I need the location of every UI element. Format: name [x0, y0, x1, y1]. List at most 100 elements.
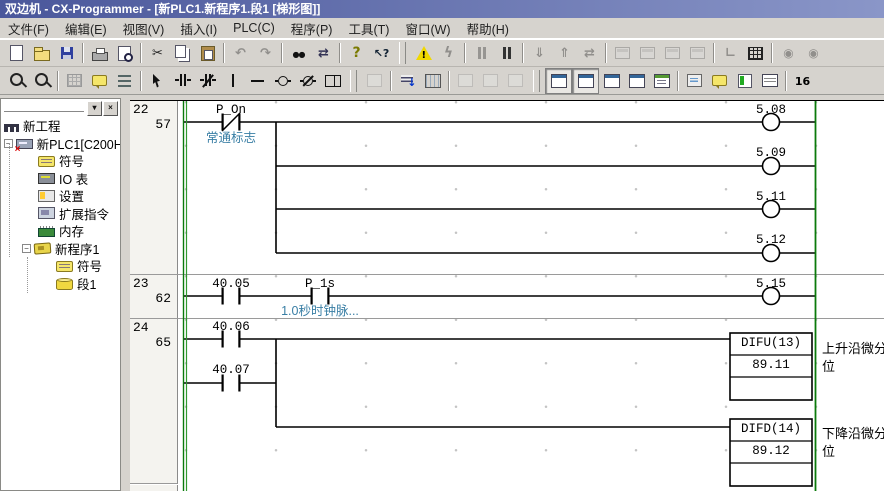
step-run-icon[interactable] [718, 41, 743, 65]
undo-icon[interactable] [228, 41, 253, 65]
contact-label-p-on[interactable]: P_On [191, 103, 271, 117]
section-list-icon[interactable] [732, 69, 757, 93]
coil-label-5-11[interactable]: 5.11 [741, 190, 801, 204]
check-program-icon[interactable] [682, 69, 707, 93]
copy-icon[interactable] [170, 41, 195, 65]
force-off-icon[interactable] [801, 41, 826, 65]
online-edit-icon[interactable] [420, 69, 445, 93]
sidebar-item-new-project[interactable]: 新工程 [1, 117, 120, 135]
compile-program-icon[interactable] [395, 69, 420, 93]
sidebar-item-program-symbols[interactable]: 符号 [1, 257, 120, 275]
hex-monitor-icon[interactable] [790, 69, 815, 93]
instruction-operand-difu[interactable]: 89.11 [730, 358, 812, 372]
menu-file[interactable]: 文件(F) [0, 17, 57, 40]
io-comment-view-icon[interactable] [757, 69, 782, 93]
send-changes-icon[interactable] [453, 69, 478, 93]
monitor-icon[interactable] [436, 41, 461, 65]
menu-plc[interactable]: PLC(C) [225, 19, 283, 37]
show-comments-icon[interactable] [87, 69, 112, 93]
output-comment-difd[interactable]: 下降沿微分位 [822, 425, 884, 461]
instruction-name-difd[interactable]: DIFD(14) [730, 422, 812, 436]
work-online-icon[interactable] [411, 41, 436, 65]
new-coil-icon[interactable] [270, 69, 295, 93]
coil-label-5-12[interactable]: 5.12 [741, 233, 801, 247]
coil-label-5-15[interactable]: 5.15 [741, 277, 801, 291]
force-on-icon[interactable] [776, 41, 801, 65]
print-preview-icon[interactable] [112, 41, 137, 65]
new-contact-icon[interactable] [170, 69, 195, 93]
toggle-output-window-icon[interactable] [572, 68, 599, 94]
save-icon[interactable] [54, 41, 79, 65]
find-replace-icon[interactable] [311, 41, 336, 65]
menu-edit[interactable]: 编辑(E) [57, 17, 115, 40]
new-horizontal-line-icon[interactable] [245, 69, 270, 93]
toggle-project-window-icon[interactable] [545, 68, 572, 94]
coil-5-12[interactable] [763, 245, 780, 262]
sidebar-item-new-program1[interactable]: − 新程序1 [1, 240, 120, 258]
contact-label-40-05[interactable]: 40.05 [191, 277, 271, 291]
menu-view[interactable]: 视图(V) [115, 17, 173, 40]
workspace-grip[interactable] [4, 105, 84, 112]
program-mode-icon[interactable] [610, 41, 635, 65]
ladder-diagram-view[interactable]: 22 57 23 62 24 65 [130, 100, 884, 491]
sidebar-item-settings[interactable]: 设置 [1, 187, 120, 205]
redo-icon[interactable] [253, 41, 278, 65]
new-instruction-icon[interactable] [320, 69, 345, 93]
contact-comment-p-on[interactable]: 常通标志 [191, 127, 271, 146]
print-icon[interactable] [87, 41, 112, 65]
sidebar-item-new-plc1[interactable]: − 新PLC1[C200HG [1, 135, 120, 153]
menu-program[interactable]: 程序(P) [283, 17, 341, 40]
panel-splitter[interactable] [121, 96, 130, 491]
debug-mode-icon[interactable] [635, 41, 660, 65]
sidebar-item-io-table[interactable]: IO 表 [1, 170, 120, 188]
toggle-watch-window-icon[interactable] [599, 69, 624, 93]
cancel-changes-icon[interactable] [478, 69, 503, 93]
upload-from-plc-icon[interactable] [552, 41, 577, 65]
contact-label-p-1s[interactable]: P_1s [280, 277, 360, 291]
workspace-close-icon[interactable]: × [103, 101, 118, 116]
symbols-window-icon[interactable] [707, 69, 732, 93]
pause-monitor-icon[interactable] [469, 41, 494, 65]
coil-label-5-09[interactable]: 5.09 [741, 146, 801, 160]
menu-window[interactable]: 窗口(W) [397, 17, 458, 40]
coil-5-09[interactable] [763, 158, 780, 175]
monitor-mode-icon[interactable] [660, 41, 685, 65]
confirm-changes-icon[interactable] [503, 69, 528, 93]
collapse-icon[interactable]: − [22, 244, 31, 253]
new-closed-contact-icon[interactable] [195, 69, 220, 93]
sidebar-item-section1[interactable]: 段1 [1, 275, 120, 293]
menu-tools[interactable]: 工具(T) [340, 17, 397, 40]
show-grid-icon[interactable] [62, 69, 87, 93]
output-comment-difu[interactable]: 上升沿微分位 [822, 340, 884, 376]
cross-reference-icon[interactable] [624, 69, 649, 93]
download-to-plc-icon[interactable] [527, 41, 552, 65]
instruction-operand-difd[interactable]: 89.12 [730, 444, 812, 458]
time-chart-icon[interactable] [743, 41, 768, 65]
show-rung-annotations-icon[interactable] [112, 69, 137, 93]
coil-label-5-08[interactable]: 5.08 [741, 103, 801, 117]
menu-help[interactable]: 帮助(H) [459, 17, 517, 40]
menu-insert[interactable]: 插入(I) [172, 17, 225, 40]
context-help-icon[interactable] [369, 41, 394, 65]
paste-icon[interactable] [195, 41, 220, 65]
run-mode-icon[interactable] [685, 41, 710, 65]
contact-comment-p-1s[interactable]: 1.0秒时钟脉... [260, 300, 380, 319]
contact-label-40-07[interactable]: 40.07 [191, 363, 271, 377]
instruction-name-difu[interactable]: DIFU(13) [730, 336, 812, 350]
open-file-icon[interactable] [29, 41, 54, 65]
show-properties-icon[interactable] [649, 69, 674, 93]
differential-monitor-icon[interactable] [362, 69, 387, 93]
new-file-icon[interactable] [4, 41, 29, 65]
cut-icon[interactable] [145, 41, 170, 65]
help-icon[interactable] [344, 41, 369, 65]
zoom-fit-icon[interactable] [4, 69, 29, 93]
workspace-dropdown-icon[interactable]: ▾ [87, 101, 102, 116]
select-tool-icon[interactable] [145, 69, 170, 93]
find-icon[interactable] [286, 41, 311, 65]
pause-icon[interactable] [494, 41, 519, 65]
sidebar-item-memory[interactable]: 内存 [1, 222, 120, 240]
sidebar-item-expansion-instructions[interactable]: 扩展指令 [1, 205, 120, 223]
new-closed-coil-icon[interactable] [295, 69, 320, 93]
contact-label-40-06[interactable]: 40.06 [191, 320, 271, 334]
compare-with-plc-icon[interactable] [577, 41, 602, 65]
